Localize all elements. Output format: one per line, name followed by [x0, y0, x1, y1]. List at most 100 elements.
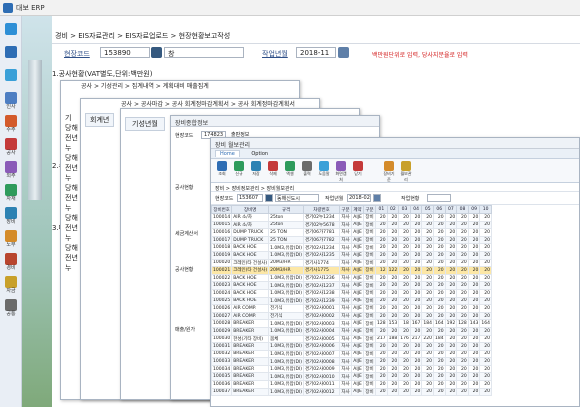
- table-cell[interactable]: AIJE: [351, 364, 365, 374]
- table-row[interactable]: 100029 BREAKER 1.0M3,유압(DI) 경기02사0004 자사 AIJE…: [211, 326, 492, 336]
- table-cell[interactable]: 자사: [339, 304, 353, 313]
- table-cell[interactable]: 20: [421, 243, 434, 252]
- table-cell[interactable]: 20: [386, 342, 400, 351]
- table-row[interactable]: 100022 BACK HOE 1.0M3,유압(DI) 경기02사1236 자사 AIJ…: [211, 273, 492, 283]
- sidebar-item[interactable]: 자재: [1, 183, 21, 204]
- table-cell[interactable]: 20: [444, 357, 458, 366]
- table-cell[interactable]: 20: [444, 250, 458, 260]
- ribbon-button[interactable]: 화면캡처: [334, 161, 348, 183]
- table-cell[interactable]: 20: [444, 380, 458, 389]
- table-cell[interactable]: 20: [433, 357, 446, 366]
- table-cell[interactable]: 20: [456, 326, 469, 336]
- table-row[interactable]: 100015 AIR 소/차 25ton 경기02누5678 자사 AIJE 장비 20 20 2…: [211, 220, 492, 230]
- table-cell[interactable]: BACK HOE: [231, 273, 270, 283]
- table-cell[interactable]: 20: [467, 273, 481, 283]
- table-cell[interactable]: 경기02사0007: [303, 349, 341, 359]
- ribbon-button[interactable]: 삭제: [266, 161, 280, 177]
- table-cell[interactable]: 20: [421, 372, 434, 382]
- table-cell[interactable]: 20: [421, 296, 434, 306]
- table-cell[interactable]: 20: [467, 258, 481, 268]
- table-cell[interactable]: 25 TON: [268, 228, 305, 237]
- table-cell[interactable]: 20: [421, 228, 434, 237]
- table-cell[interactable]: 20: [375, 380, 388, 389]
- table-cell[interactable]: 20: [456, 311, 469, 321]
- table-cell[interactable]: 20: [444, 235, 458, 245]
- table-cell[interactable]: 경기02사1236: [303, 273, 341, 283]
- table-cell[interactable]: 20: [456, 334, 469, 344]
- table-cell[interactable]: 자사: [339, 334, 353, 344]
- table-cell[interactable]: 100033: [211, 357, 233, 366]
- table-cell[interactable]: 20: [398, 228, 411, 237]
- table-cell[interactable]: 20: [409, 364, 423, 374]
- table-cell[interactable]: 20: [433, 326, 446, 336]
- table-cell[interactable]: 20: [456, 273, 469, 283]
- table-cell[interactable]: 20: [375, 349, 388, 359]
- table-cell[interactable]: 20: [467, 304, 481, 313]
- table-cell[interactable]: 25ton: [268, 220, 305, 230]
- table-cell[interactable]: 장비: [363, 288, 377, 298]
- table-cell[interactable]: AIR 소/차: [231, 213, 270, 222]
- table-cell[interactable]: 자사: [339, 319, 353, 328]
- table-cell[interactable]: 20: [409, 220, 423, 230]
- table-cell[interactable]: 20: [444, 364, 458, 374]
- table-cell[interactable]: BACK HOE: [231, 296, 270, 306]
- table-cell[interactable]: 100028: [211, 319, 233, 328]
- table-cell[interactable]: 20: [444, 387, 458, 397]
- table-cell[interactable]: 143: [467, 319, 481, 328]
- table-row[interactable]: 100014 AIR 소/차 25ton 경기02누1234 자사 AIJE 장비 20 20 2…: [211, 213, 492, 222]
- table-cell[interactable]: 20: [479, 266, 492, 275]
- table-cell[interactable]: 20: [375, 326, 388, 336]
- table-cell[interactable]: 1.0M3,유압(DI): [268, 288, 305, 298]
- table-cell[interactable]: 20: [479, 213, 492, 222]
- table-cell[interactable]: 20: [456, 288, 469, 298]
- table-cell[interactable]: 장비: [363, 319, 377, 328]
- table-cell[interactable]: 크레인(타 건설사): [231, 266, 270, 275]
- table-cell[interactable]: 20: [444, 220, 458, 230]
- table-cell[interactable]: 20: [409, 304, 423, 313]
- table-cell[interactable]: 100032: [211, 349, 233, 359]
- table-cell[interactable]: 한성(기타 장비): [231, 334, 270, 344]
- table-cell[interactable]: 1.0M3,유압(DI): [268, 281, 305, 290]
- column-header[interactable]: 09: [467, 205, 481, 214]
- table-cell[interactable]: 188: [386, 334, 400, 344]
- table-cell[interactable]: 전기식: [268, 304, 305, 313]
- table-cell[interactable]: 20: [444, 266, 458, 275]
- table-cell[interactable]: 20: [433, 296, 446, 306]
- table-row[interactable]: 100036 BREAKER 1.0M3,유압(DI) 경기02사0011 자사 AIJE…: [211, 380, 492, 389]
- site-code-input[interactable]: 153607: [237, 194, 263, 202]
- table-cell[interactable]: 100022: [211, 273, 233, 283]
- table-cell[interactable]: 장비: [363, 326, 377, 336]
- table-cell[interactable]: 20: [398, 213, 411, 222]
- table-cell[interactable]: AIJE: [351, 235, 365, 245]
- table-cell[interactable]: 장비: [363, 273, 377, 283]
- table-cell[interactable]: 20: [467, 266, 481, 275]
- table-cell[interactable]: 장비: [363, 304, 377, 313]
- table-cell[interactable]: 20: [375, 296, 388, 306]
- table-cell[interactable]: 100018: [211, 243, 233, 252]
- table-cell[interactable]: DUMP TRUCK: [231, 228, 270, 237]
- column-header[interactable]: 07: [444, 205, 458, 214]
- table-cell[interactable]: 20: [375, 228, 388, 237]
- table-cell[interactable]: 20: [479, 281, 492, 290]
- table-cell[interactable]: 20: [375, 281, 388, 290]
- table-cell[interactable]: AIJE: [351, 288, 365, 298]
- table-cell[interactable]: 20: [398, 273, 411, 283]
- table-cell[interactable]: BREAKER: [231, 326, 270, 336]
- table-cell[interactable]: 장비: [363, 334, 377, 344]
- table-cell[interactable]: 장비: [363, 281, 377, 290]
- column-header[interactable]: 01: [375, 205, 388, 214]
- table-cell[interactable]: 20: [444, 296, 458, 306]
- table-cell[interactable]: 20: [421, 258, 434, 268]
- table-cell[interactable]: 크레인(타 건설사): [231, 258, 270, 268]
- sidebar-item[interactable]: 수주: [1, 114, 21, 135]
- table-cell[interactable]: 1.0M3,유압(DI): [268, 319, 305, 328]
- table-cell[interactable]: 20: [433, 364, 446, 374]
- table-cell[interactable]: 20: [479, 349, 492, 359]
- table-cell[interactable]: 100019: [211, 250, 233, 260]
- table-cell[interactable]: BREAKER: [231, 380, 270, 389]
- table-cell[interactable]: 20: [398, 304, 411, 313]
- table-cell[interactable]: 경기06가7782: [303, 235, 341, 245]
- table-cell[interactable]: 20: [398, 372, 411, 382]
- table-row[interactable]: 100024 BACK HOE 1.0M3,유압(DI) 경기02사1238 자사 AIJ…: [211, 288, 492, 298]
- table-cell[interactable]: 20: [386, 243, 400, 252]
